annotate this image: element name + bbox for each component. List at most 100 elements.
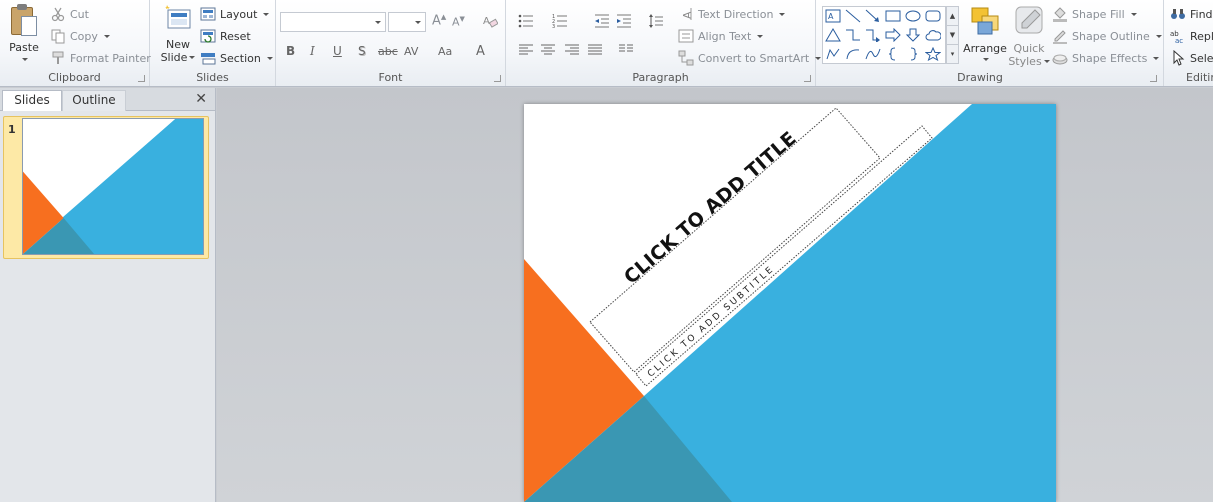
shape-effects-button[interactable]: Shape Effects (1052, 49, 1160, 67)
layout-icon (200, 6, 216, 22)
new-slide-button[interactable]: New Slide (158, 4, 198, 64)
strikethrough-button[interactable]: abc (378, 42, 398, 60)
elbow-connector-icon[interactable] (843, 26, 863, 44)
section-button[interactable]: Section (200, 49, 273, 67)
text-direction-button[interactable]: A Text Direction (678, 5, 786, 23)
arrange-icon (969, 4, 1001, 38)
numbering-icon[interactable]: 123 (552, 13, 568, 30)
shapes-gallery-scroll[interactable]: ▲ ▼ ▾ (946, 6, 959, 64)
copy-label: Copy (70, 29, 98, 43)
slide-thumbnail[interactable] (22, 118, 204, 255)
find-button[interactable]: Find (1170, 5, 1213, 23)
font-name-combo[interactable] (280, 12, 386, 32)
tab-slides[interactable]: Slides (2, 90, 62, 111)
paragraph-group-label: Paragraph (632, 71, 689, 84)
align-text-label: Align Text (698, 29, 752, 43)
curve-shape-icon[interactable] (863, 45, 883, 63)
section-label: Section (220, 51, 261, 65)
shrink-font-button[interactable]: A▼ (452, 13, 465, 31)
cloud-shape-icon[interactable] (923, 26, 943, 44)
select-button[interactable]: Sele (1170, 49, 1213, 67)
convert-smartart-label: Convert to SmartArt (698, 51, 810, 65)
panel-tabs: Slides Outline ✕ (0, 88, 215, 111)
align-center-icon[interactable] (540, 42, 556, 58)
more-icon[interactable]: ▾ (947, 45, 958, 64)
format-painter-label: Format Painter (70, 51, 151, 65)
oval-shape-icon[interactable] (903, 7, 923, 25)
text-direction-icon: A (678, 6, 694, 22)
underline-button[interactable]: U (333, 42, 342, 60)
line-shape-icon[interactable] (843, 7, 863, 25)
right-brace-shape-icon[interactable] (903, 45, 923, 63)
shape-fill-button[interactable]: Shape Fill (1052, 5, 1137, 23)
grow-font-button[interactable]: A▲ (432, 12, 446, 30)
line-spacing-icon[interactable] (648, 13, 664, 29)
slides-panel: Slides Outline ✕ 1 (0, 88, 216, 502)
quick-styles-button[interactable]: Quick Styles (1008, 4, 1050, 68)
decrease-indent-icon[interactable] (594, 13, 610, 29)
paste-icon (9, 4, 39, 38)
freeform-shape-icon[interactable] (823, 45, 843, 63)
character-spacing-button[interactable]: AV (404, 42, 418, 60)
cut-button[interactable]: Cut (50, 5, 89, 23)
justify-icon[interactable] (587, 42, 603, 58)
cut-label: Cut (70, 7, 89, 21)
shape-effects-label: Shape Effects (1072, 51, 1148, 65)
right-arrow-shape-icon[interactable] (883, 26, 903, 44)
tab-outline[interactable]: Outline (62, 90, 126, 111)
arrange-button[interactable]: Arrange (962, 4, 1008, 61)
rectangle-shape-icon[interactable] (883, 7, 903, 25)
paragraph-launcher-icon[interactable] (804, 75, 811, 82)
columns-icon[interactable] (618, 42, 634, 58)
editing-group-label: Editin (1186, 71, 1213, 84)
triangle-shape-icon[interactable] (823, 26, 843, 44)
convert-smartart-button[interactable]: Convert to SmartArt (678, 49, 822, 67)
slide-number: 1 (8, 123, 16, 136)
font-color-button[interactable]: A (476, 42, 485, 60)
font-size-combo[interactable] (388, 12, 426, 32)
clipboard-launcher-icon[interactable] (138, 75, 145, 82)
change-case-button[interactable]: Aa (438, 42, 452, 60)
ribbon: Paste Cut Copy Format Painter Clipboard (0, 0, 1213, 87)
slide-canvas[interactable]: CLICK TO ADD TITLE CLICK TO ADD SUBTITLE (524, 104, 1056, 502)
arrow-shape-icon[interactable] (863, 7, 883, 25)
align-right-icon[interactable] (564, 42, 580, 58)
paste-button[interactable]: Paste (6, 4, 42, 61)
pencil-icon (1052, 28, 1068, 44)
elbow-arrow-icon[interactable] (863, 26, 883, 44)
layout-button[interactable]: Layout (200, 5, 270, 23)
copy-icon (50, 28, 66, 44)
text-box-shape-icon[interactable]: A (823, 7, 843, 25)
drawing-launcher-icon[interactable] (1150, 75, 1157, 82)
font-launcher-icon[interactable] (494, 75, 501, 82)
svg-text:3: 3 (552, 24, 555, 29)
format-painter-button[interactable]: Format Painter (50, 49, 151, 67)
increase-indent-icon[interactable] (616, 13, 632, 29)
arc-shape-icon[interactable] (843, 45, 863, 63)
replace-button[interactable]: ab ac Repl (1170, 27, 1213, 46)
scroll-down-icon[interactable]: ▼ (947, 26, 958, 45)
reset-button[interactable]: Reset (200, 27, 251, 45)
svg-text:A: A (483, 16, 490, 27)
align-text-button[interactable]: Align Text (678, 27, 764, 45)
clear-formatting-button[interactable]: A (482, 12, 499, 30)
italic-button[interactable]: I (310, 42, 315, 60)
shape-outline-label: Shape Outline (1072, 29, 1150, 43)
rounded-rectangle-shape-icon[interactable] (923, 7, 943, 25)
shadow-button[interactable]: S (358, 42, 366, 60)
shape-outline-button[interactable]: Shape Outline (1052, 27, 1162, 45)
bullets-icon[interactable] (518, 13, 534, 29)
copy-button[interactable]: Copy (50, 27, 110, 45)
align-left-icon[interactable] (518, 42, 534, 58)
left-brace-shape-icon[interactable] (883, 45, 903, 63)
scroll-up-icon[interactable]: ▲ (947, 7, 958, 26)
reset-icon (200, 28, 216, 44)
smartart-icon (678, 50, 694, 66)
close-panel-icon[interactable]: ✕ (195, 91, 207, 107)
clear-formatting-icon: A (482, 13, 499, 29)
down-arrow-shape-icon[interactable] (903, 26, 923, 44)
replace-icon: ab ac (1170, 28, 1186, 45)
slides-group-label: Slides (196, 71, 229, 84)
bold-button[interactable]: B (286, 42, 295, 60)
star-shape-icon[interactable] (923, 45, 943, 63)
